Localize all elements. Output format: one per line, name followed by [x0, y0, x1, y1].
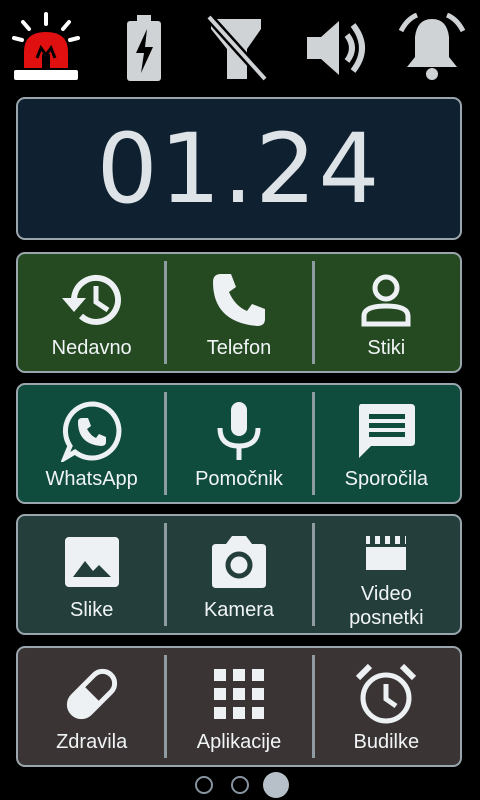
tile-telefon[interactable]: Telefon — [164, 254, 312, 371]
page-indicator — [0, 772, 480, 798]
camera-icon — [165, 526, 312, 598]
tile-pomocnik[interactable]: Pomočnik — [164, 385, 312, 502]
tile-label-line2: posnetki — [349, 607, 424, 629]
clock-panel[interactable]: 01.24 — [16, 97, 462, 240]
page-dot-3[interactable] — [263, 772, 289, 798]
tile-stiki[interactable]: Stiki — [311, 254, 460, 371]
battery-charging-icon — [106, 12, 182, 84]
tile-label: Zdravila — [56, 731, 128, 753]
tile-label: Kamera — [203, 599, 274, 621]
tile-label: Sporočila — [344, 468, 429, 490]
tile-label: Budilke — [353, 731, 420, 753]
history-icon — [18, 264, 165, 336]
tile-slike[interactable]: Slike — [18, 516, 165, 633]
row-messaging: WhatsApp Pomočnik Sporočila — [16, 383, 462, 504]
tile-label: Pomočnik — [195, 468, 283, 490]
whatsapp-icon — [18, 395, 165, 467]
flashlight-off-icon[interactable] — [198, 12, 274, 84]
tile-nedavno[interactable]: Nedavno — [18, 254, 165, 371]
message-icon — [313, 395, 460, 467]
pill-icon — [18, 658, 165, 730]
status-bar — [0, 0, 480, 90]
tile-kamera[interactable]: Kamera — [164, 516, 312, 633]
tile-label: WhatsApp — [45, 468, 138, 490]
tile-label-line1: Video — [360, 583, 412, 605]
phone-icon — [165, 264, 312, 336]
row-tools: Zdravila Aplikacije Budilke — [16, 646, 462, 767]
video-clip-icon — [313, 522, 460, 582]
page-dot-1[interactable] — [195, 776, 213, 794]
apps-grid-icon — [165, 658, 312, 730]
tile-label: Slike — [69, 599, 114, 621]
tile-sporocila[interactable]: Sporočila — [311, 385, 460, 502]
microphone-icon — [165, 395, 312, 467]
tile-label: Stiki — [367, 337, 406, 359]
contact-icon — [313, 264, 460, 336]
tile-label: Telefon — [206, 337, 272, 359]
image-icon — [18, 526, 165, 598]
row-communication: Nedavno Telefon Stiki — [16, 252, 462, 373]
volume-icon[interactable] — [298, 12, 374, 84]
page-dot-2[interactable] — [231, 776, 249, 794]
row-media: Slike Kamera Video posnetki — [16, 514, 462, 635]
tile-label: Aplikacije — [196, 731, 282, 753]
tile-aplikacije[interactable]: Aplikacije — [164, 648, 312, 765]
tile-video-posnetki[interactable]: Video posnetki — [311, 516, 460, 633]
tile-label: Nedavno — [51, 337, 132, 359]
tile-whatsapp[interactable]: WhatsApp — [18, 385, 165, 502]
clock-time: 01.24 — [96, 112, 382, 225]
tile-zdravila[interactable]: Zdravila — [18, 648, 165, 765]
alarm-clock-icon — [313, 658, 460, 730]
tile-budilke[interactable]: Budilke — [311, 648, 460, 765]
bell-icon[interactable] — [394, 12, 470, 84]
alarm-light-icon[interactable] — [8, 12, 84, 84]
